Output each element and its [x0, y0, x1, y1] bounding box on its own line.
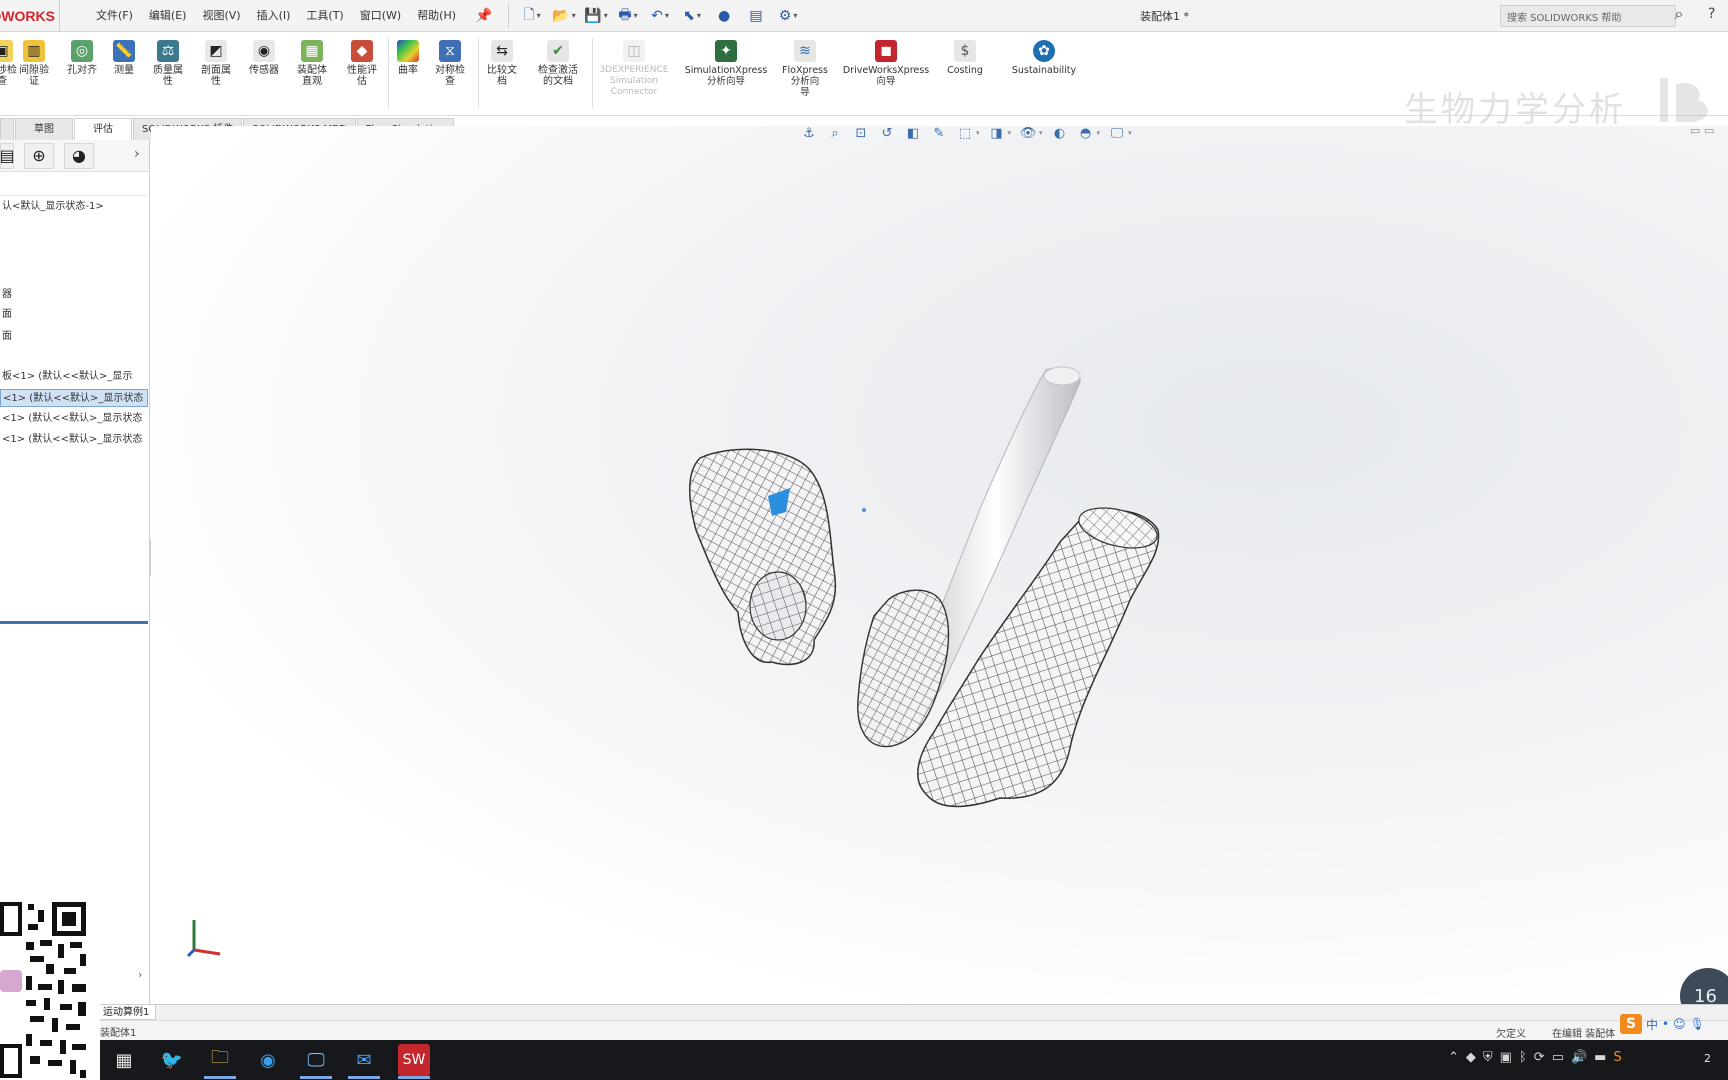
chevron-up-icon[interactable]: ⌃: [1448, 1050, 1459, 1065]
status-bar: 装配体1 欠定义 在编辑 装配体: [0, 1020, 1728, 1040]
system-tray: ⌃ ◆ ⛨ ▣ ᛒ ⟳ ▭ 🔊 ▬ S: [1448, 1050, 1622, 1065]
tray-battery-icon[interactable]: ▬: [1594, 1050, 1606, 1065]
taskbar-clock[interactable]: 2: [1704, 1052, 1711, 1065]
ime-toolbar: S 中 • ☺ 🎙: [1620, 1014, 1705, 1034]
monitor-app-icon[interactable]: 🖵: [300, 1044, 332, 1076]
ime-chinese-icon[interactable]: 中: [1646, 1016, 1658, 1033]
bone-assembly-model[interactable]: [0, 0, 1728, 1080]
reference-triad: [186, 920, 221, 958]
origin-point: [862, 508, 866, 512]
ime-punctuation-icon[interactable]: •: [1662, 1017, 1669, 1031]
tray-bluetooth-icon[interactable]: ᛒ: [1519, 1050, 1527, 1065]
tray-app-icon[interactable]: ◆: [1466, 1050, 1476, 1065]
tray-sogou-icon[interactable]: S: [1613, 1050, 1621, 1065]
tray-folder-icon[interactable]: ▣: [1500, 1050, 1512, 1065]
tab-motion-study-1[interactable]: 运动算例1: [96, 1005, 157, 1020]
tray-volume-icon[interactable]: 🔊: [1571, 1050, 1587, 1065]
active-indicator: [300, 1076, 332, 1079]
active-indicator: [398, 1076, 430, 1079]
ime-mic-icon[interactable]: 🎙: [1690, 1017, 1705, 1031]
calculator-icon[interactable]: ▦: [108, 1044, 140, 1076]
ime-emoji-icon[interactable]: ☺: [1673, 1017, 1686, 1031]
left-bone-mesh[interactable]: [689, 448, 866, 666]
app-bird-icon[interactable]: 🐦: [156, 1044, 188, 1076]
edge-browser-icon[interactable]: ◉: [252, 1044, 284, 1076]
lower-bone-mesh[interactable]: [857, 589, 950, 748]
motion-study-tabs: 运动算例1: [0, 1004, 1728, 1020]
qr-avatar: [0, 970, 22, 992]
active-indicator: [348, 1076, 380, 1079]
mail-icon[interactable]: ✉: [348, 1044, 380, 1076]
solidworks-window: DWORKS 文件(F) 编辑(E) 视图(V) 插入(I) 工具(T) 窗口(…: [0, 0, 1728, 1080]
status-definition: 欠定义: [1496, 1029, 1526, 1040]
tray-sync-icon[interactable]: ⟳: [1534, 1050, 1545, 1065]
status-editing: 在编辑 装配体: [1552, 1029, 1616, 1040]
qr-code-overlay: [0, 884, 100, 1080]
sogou-ime-icon[interactable]: S: [1620, 1014, 1642, 1034]
active-indicator: [204, 1076, 236, 1079]
file-explorer-icon[interactable]: 🗀: [204, 1044, 236, 1076]
solidworks-taskbar-icon[interactable]: SW: [398, 1044, 430, 1076]
status-document-name: 装配体1: [100, 1028, 137, 1039]
tray-network-icon[interactable]: ▭: [1552, 1050, 1564, 1065]
tray-shield-icon[interactable]: ⛨: [1483, 1050, 1493, 1065]
